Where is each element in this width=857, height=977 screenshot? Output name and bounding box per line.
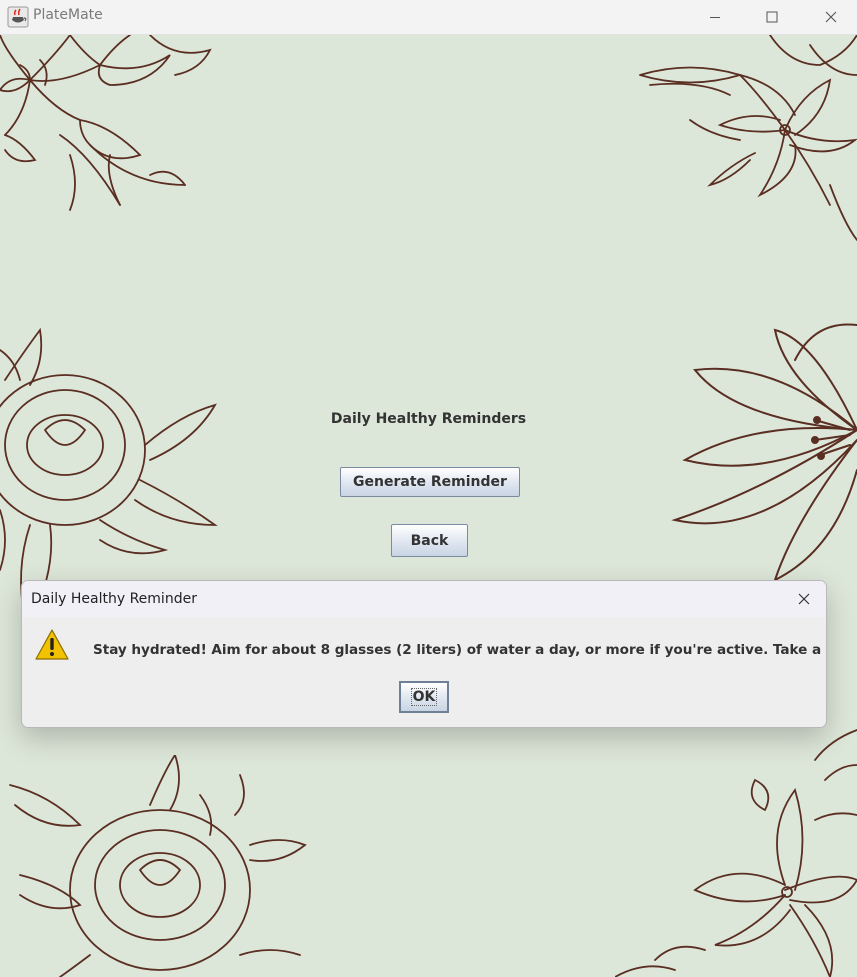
close-window-button[interactable] bbox=[808, 0, 854, 34]
window-titlebar: PlateMate bbox=[0, 0, 857, 35]
maximize-icon bbox=[766, 11, 778, 23]
generate-reminder-button[interactable]: Generate Reminder bbox=[340, 467, 520, 497]
minimize-icon bbox=[710, 17, 720, 18]
warning-icon bbox=[35, 629, 69, 660]
floral-decoration-bottom-right bbox=[615, 729, 857, 977]
close-icon bbox=[825, 11, 837, 23]
window-title: PlateMate bbox=[33, 7, 103, 23]
dialog-close-button[interactable] bbox=[782, 581, 826, 617]
dialog-message: Stay hydrated! Aim for about 8 glasses (… bbox=[93, 642, 827, 658]
back-button[interactable]: Back bbox=[391, 524, 468, 557]
page-heading: Daily Healthy Reminders bbox=[330, 411, 527, 427]
ok-button-label: OK bbox=[410, 688, 438, 706]
minimize-button[interactable] bbox=[692, 0, 738, 34]
floral-decoration-top-left bbox=[0, 35, 212, 211]
floral-decoration-bottom-left bbox=[9, 755, 307, 977]
java-cup-icon bbox=[7, 6, 29, 28]
main-panel: Daily Healthy Reminders Generate Reminde… bbox=[0, 35, 857, 977]
close-icon bbox=[798, 593, 810, 605]
dialog-title: Daily Healthy Reminder bbox=[31, 591, 197, 607]
ok-button[interactable]: OK bbox=[399, 681, 449, 713]
floral-decoration-top-right bbox=[639, 35, 857, 241]
floral-decoration-middle-right bbox=[671, 323, 857, 582]
maximize-button[interactable] bbox=[749, 0, 795, 34]
reminder-dialog: Daily Healthy Reminder Stay hydrated! Ai… bbox=[21, 580, 827, 728]
dialog-titlebar: Daily Healthy Reminder bbox=[22, 581, 826, 617]
